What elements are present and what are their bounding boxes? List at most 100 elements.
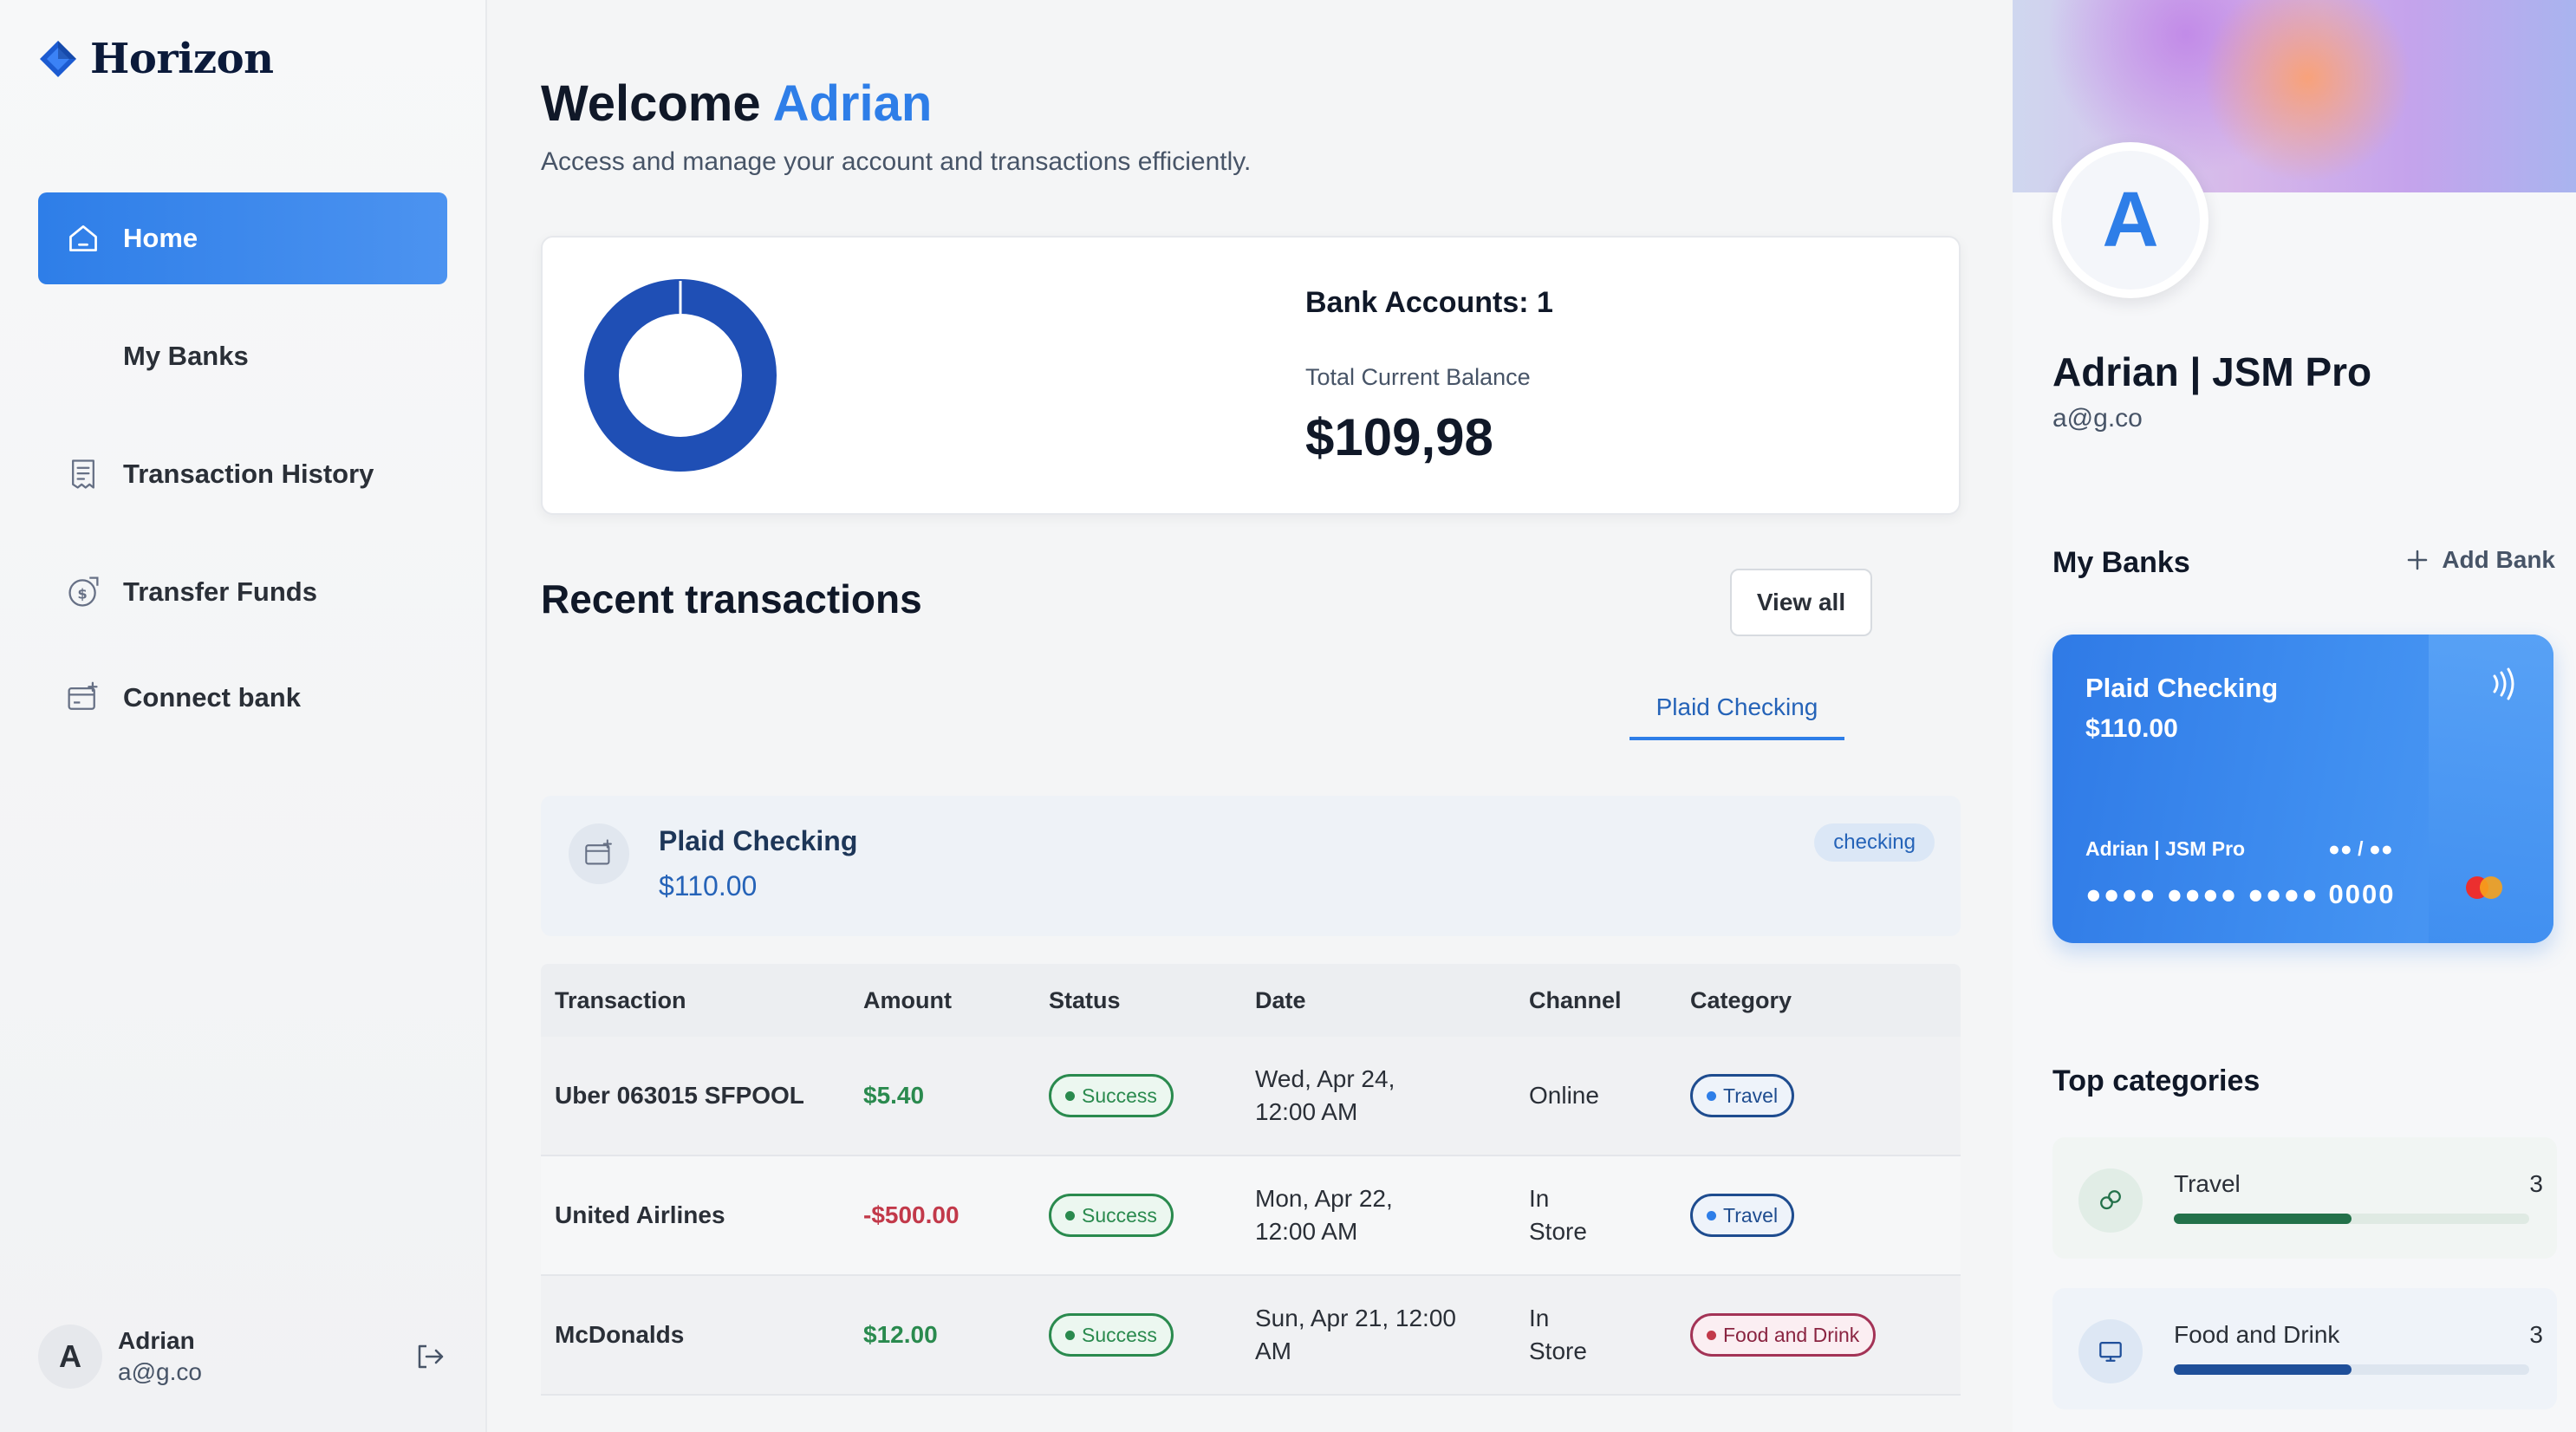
transaction-status: Success (1049, 1194, 1255, 1237)
transaction-status: Success (1049, 1313, 1255, 1357)
bank-card[interactable]: Plaid Checking $110.00 Adrian | JSM Pro … (2052, 635, 2553, 943)
top-categories-title: Top categories (2052, 1064, 2261, 1097)
sidebar-nav: Home My Banks Transaction History $ Tran… (38, 192, 447, 770)
date-line: 12:00 AM (1255, 1098, 1358, 1125)
table-header: Transaction Amount Status Date Channel C… (541, 964, 1961, 1037)
user-name: Adrian (118, 1327, 195, 1354)
monitor-icon (2078, 1319, 2143, 1383)
total-balance-value: $109,98 (1305, 408, 1493, 466)
status-label: Success (1082, 1084, 1157, 1107)
sidebar-item-label: Transaction History (123, 459, 374, 489)
tab-plaid-checking[interactable]: Plaid Checking (1630, 693, 1844, 740)
date-line: 12:00 AM (1255, 1218, 1358, 1245)
sidebar-item-transfer-funds[interactable]: $ Transfer Funds (38, 546, 447, 638)
horizon-logo-icon (40, 41, 76, 77)
column-header: Category (1690, 986, 1792, 1013)
profile-avatar: A (2052, 142, 2208, 298)
card-bank-name: Plaid Checking (2085, 673, 2279, 703)
transaction-date: Sun, Apr 21, 12:00 AM (1255, 1302, 1529, 1368)
transaction-name: McDonalds (555, 1321, 685, 1348)
user-email: a@g.co (118, 1358, 202, 1385)
category-item-food-and-drink[interactable]: Food and Drink 3 (2052, 1288, 2557, 1409)
table-row[interactable]: United Airlines -$500.00 Success Mon, Ap… (541, 1156, 1961, 1276)
transaction-amount: $12.00 (863, 1321, 938, 1348)
transaction-name: Uber 063015 SFPOOL (555, 1082, 804, 1109)
transactions-table: Transaction Amount Status Date Channel C… (541, 964, 1961, 1396)
profile-email: a@g.co (2052, 404, 2143, 433)
status-label: Success (1082, 1323, 1157, 1346)
category-dot-icon (1707, 1210, 1716, 1220)
card-number: ●●●● ●●●● ●●●● 0000 (2085, 879, 2396, 909)
total-balance-card: Bank Accounts: 1 Total Current Balance $… (541, 236, 1961, 515)
category-name: Travel (2174, 1170, 2241, 1197)
transaction-category: Travel (1690, 1074, 1961, 1117)
category-badge: Travel (1690, 1074, 1795, 1117)
sidebar-item-my-banks[interactable]: My Banks (38, 310, 447, 402)
app-name: Horizon (90, 35, 274, 83)
add-bank-button[interactable]: Add Bank (2405, 546, 2555, 574)
card-balance: $110.00 (2085, 714, 2178, 743)
category-label: Travel (1723, 1084, 1779, 1107)
add-bank-label: Add Bank (2442, 546, 2555, 573)
sidebar-item-transaction-history[interactable]: Transaction History (38, 428, 447, 520)
page-subtitle: Access and manage your account and trans… (541, 147, 1252, 176)
table-row[interactable]: McDonalds $12.00 Success Sun, Apr 21, 12… (541, 1276, 1961, 1396)
account-type-badge: checking (1814, 823, 1935, 862)
card-add-icon (569, 823, 629, 884)
category-item-travel[interactable]: Travel 3 (2052, 1137, 2557, 1259)
category-label: Food and Drink (1723, 1323, 1860, 1346)
main-content: Welcome Adrian Access and manage your ac… (487, 0, 2072, 1432)
transaction-channel: In Store (1529, 1182, 1690, 1248)
transaction-amount: -$500.00 (863, 1201, 959, 1228)
view-all-button[interactable]: View all (1730, 569, 1872, 636)
transaction-date: Wed, Apr 24, 12:00 AM (1255, 1063, 1529, 1129)
avatar: A (38, 1325, 102, 1389)
transaction-amount: $5.40 (863, 1082, 925, 1109)
transaction-category: Food and Drink (1690, 1313, 1961, 1357)
balance-donut-chart (584, 279, 777, 472)
card-add-icon (64, 679, 102, 717)
card-holder: Adrian | JSM Pro (2085, 837, 2246, 860)
table-row[interactable]: Uber 063015 SFPOOL $5.40 Success Wed, Ap… (541, 1037, 1961, 1156)
column-header: Status (1049, 986, 1121, 1013)
date-line: Wed, Apr 24, (1255, 1065, 1395, 1092)
logo[interactable]: Horizon (38, 35, 274, 83)
transaction-name: United Airlines (555, 1201, 725, 1228)
transaction-date: Mon, Apr 22, 12:00 AM (1255, 1182, 1529, 1248)
sidebar-item-connect-bank[interactable]: Connect bank (38, 652, 447, 744)
category-dot-icon (1707, 1330, 1716, 1340)
recent-transactions-title: Recent transactions (541, 576, 922, 622)
status-badge: Success (1049, 1074, 1174, 1117)
status-badge: Success (1049, 1313, 1174, 1357)
category-count: 3 (2529, 1321, 2543, 1348)
date-line: Mon, Apr 22, (1255, 1185, 1393, 1212)
status-label: Success (1082, 1203, 1157, 1227)
transaction-channel: In Store (1529, 1302, 1690, 1368)
travel-icon (2078, 1168, 2143, 1233)
app-root: Horizon Home My Banks Transaction Histor… (0, 0, 2576, 1432)
logout-icon[interactable] (413, 1339, 447, 1374)
sidebar-item-label: Connect bank (123, 682, 301, 713)
category-progress-fill (2174, 1214, 2352, 1224)
category-name: Food and Drink (2174, 1321, 2340, 1348)
table-body: Uber 063015 SFPOOL $5.40 Success Wed, Ap… (541, 1037, 1961, 1396)
category-label: Travel (1723, 1203, 1779, 1227)
account-summary[interactable]: Plaid Checking $110.00 checking (541, 796, 1961, 936)
sidebar-item-home[interactable]: Home (38, 192, 447, 284)
sidebar-item-label: Home (123, 223, 198, 253)
home-icon (64, 219, 102, 257)
sidebar-item-label: My Banks (123, 341, 249, 371)
transaction-channel: Online (1529, 1079, 1690, 1112)
card-expiry: ●● / ●● (2328, 837, 2393, 860)
profile-name: Adrian | JSM Pro (2052, 349, 2372, 394)
receipt-icon (64, 455, 102, 493)
channel-line: Online (1529, 1082, 1599, 1109)
account-amount: $110.00 (659, 870, 758, 902)
channel-line: Store (1529, 1218, 1587, 1245)
welcome-user-name: Adrian (772, 75, 933, 132)
channel-line: In (1529, 1185, 1550, 1212)
account-name: Plaid Checking (659, 825, 858, 856)
transaction-category: Travel (1690, 1194, 1961, 1237)
svg-text:$: $ (77, 585, 87, 602)
category-count: 3 (2529, 1170, 2543, 1197)
